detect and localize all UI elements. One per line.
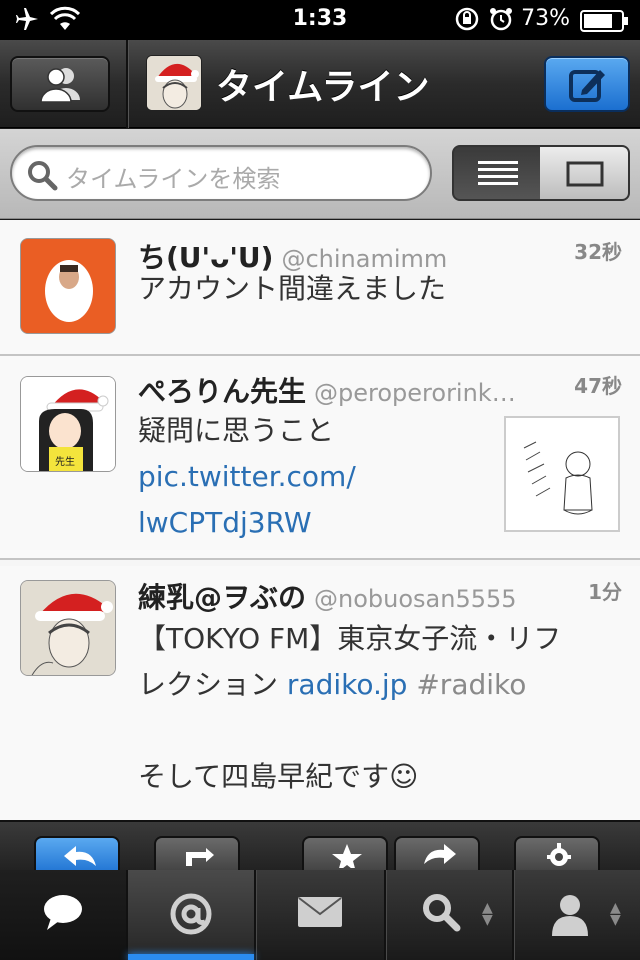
- tweet-time: 32秒: [574, 240, 622, 264]
- list-item[interactable]: ち(U'ᴗ'U) @chinamimm 32秒 アカウント間違えました: [0, 220, 640, 356]
- share-icon: [422, 842, 458, 870]
- tab-profile[interactable]: ▲ ▼: [514, 870, 640, 960]
- speech-bubble-icon: [0, 892, 126, 942]
- list-item[interactable]: 先生 ぺろりん先生 @peroperorink… 47秒 疑問に思うこと pic.…: [0, 356, 640, 560]
- tweet-author[interactable]: ぺろりん先生 @peroperorink…: [138, 370, 516, 410]
- search-icon: [26, 159, 58, 195]
- navigation-bar: タイムライン: [0, 40, 640, 128]
- tweet-text-line: 【TOKYO FM】東京女子流・リフ: [138, 622, 562, 655]
- tweet-action-bar: [0, 820, 640, 876]
- rotation-lock-icon: [454, 6, 480, 36]
- tweet-text-line: 疑問に思うこと: [138, 414, 335, 447]
- compose-button[interactable]: [544, 56, 630, 112]
- timeline-list[interactable]: ち(U'ᴗ'U) @chinamimm 32秒 アカウント間違えました 先生 ぺろ…: [0, 220, 640, 820]
- square-view-icon: [566, 161, 604, 191]
- tweet-text-line: そして四島早紀です☺: [138, 760, 419, 793]
- tweet-text: 【TOKYO FM】東京女子流・リフ レクション radiko.jp #radi…: [138, 616, 561, 800]
- reply-icon: [62, 842, 98, 870]
- tweet-hashtag[interactable]: #radiko: [416, 668, 526, 701]
- envelope-icon: [256, 892, 384, 938]
- tab-timeline[interactable]: [0, 870, 128, 960]
- status-bar: 1:33 73%: [0, 0, 640, 40]
- tweet-handle: @peroperorink…: [314, 379, 516, 407]
- tweet-author[interactable]: 練乳@ヲぶの @nobuosan5555: [138, 576, 517, 616]
- updown-icon: ▲ ▼: [610, 900, 621, 928]
- svg-text:先生: 先生: [55, 455, 75, 468]
- tab-mentions[interactable]: [128, 870, 256, 960]
- tweet-link[interactable]: radiko.jp: [287, 668, 408, 701]
- accounts-icon: [36, 64, 86, 108]
- retweet-icon: [180, 844, 218, 870]
- tweet-text: アカウント間違えました: [138, 272, 447, 305]
- at-icon: [128, 892, 254, 946]
- compose-icon: [568, 66, 608, 108]
- alarm-icon: [488, 6, 514, 36]
- media-thumbnail[interactable]: [504, 416, 620, 532]
- list-lines-icon: [478, 161, 518, 191]
- tab-messages[interactable]: [256, 870, 386, 960]
- updown-icon: ▲ ▼: [482, 900, 493, 928]
- search-placeholder: タイムラインを検索: [66, 165, 281, 193]
- battery-icon: [580, 10, 630, 36]
- tweet-text-line: レクション radiko.jp #radiko: [138, 668, 527, 701]
- page-title: タイムライン: [216, 67, 430, 108]
- gear-icon: [544, 842, 574, 872]
- search-bar: タイムラインを検索: [0, 129, 640, 219]
- tweet-text: 疑問に思うこと pic.twitter.com/ lwCPTdj3RW: [138, 408, 356, 546]
- single-view-toggle[interactable]: [540, 145, 630, 201]
- avatar[interactable]: [20, 580, 116, 676]
- tab-search[interactable]: ▲ ▼: [386, 870, 514, 960]
- active-tab-indicator: [128, 954, 254, 960]
- avatar[interactable]: [20, 238, 116, 334]
- tweet-link[interactable]: pic.twitter.com/: [138, 454, 356, 500]
- current-account-avatar[interactable]: [146, 55, 202, 111]
- search-input[interactable]: タイムラインを検索: [10, 145, 432, 201]
- nav-divider: [126, 40, 128, 128]
- list-view-toggle[interactable]: [452, 145, 542, 201]
- list-item[interactable]: 練乳@ヲぶの @nobuosan5555 1分 【TOKYO FM】東京女子流・リ…: [0, 566, 640, 820]
- battery-percentage: 73%: [521, 6, 570, 31]
- tweet-link-cont[interactable]: lwCPTdj3RW: [138, 500, 356, 546]
- accounts-button[interactable]: [10, 56, 110, 112]
- tweet-handle: @nobuosan5555: [314, 585, 517, 613]
- star-icon: [330, 842, 364, 872]
- tweet-time: 47秒: [574, 374, 622, 398]
- tweet-time: 1分: [588, 580, 622, 604]
- tab-bar: ▲ ▼ ▲ ▼: [0, 870, 640, 960]
- avatar[interactable]: 先生: [20, 376, 116, 472]
